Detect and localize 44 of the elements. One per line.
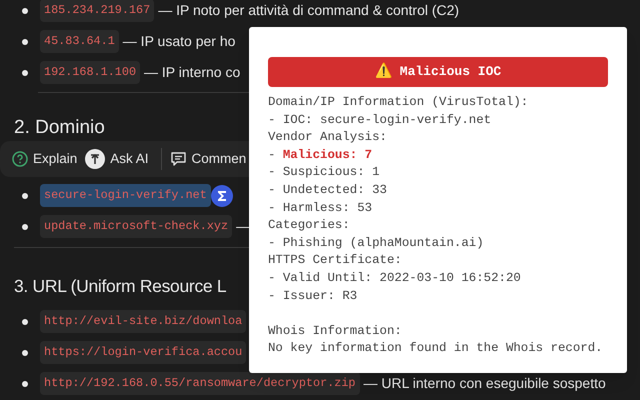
code-snippet: http://192.168.0.55/ransomware/decryptor.zip <box>40 372 360 396</box>
bullet-icon <box>22 224 28 230</box>
info-line: - Phishing (alphaMountain.ai) <box>268 234 485 252</box>
code-snippet: 192.168.1.100 <box>40 60 140 84</box>
warning-icon: ⚠ <box>374 62 392 82</box>
bullet-icon <box>22 38 28 44</box>
info-line: HTTPS Certificate: <box>268 252 403 270</box>
info-line: Vendor Analysis: <box>268 129 388 146</box>
bullet-icon <box>22 318 28 324</box>
item-description: — IP noto per attività di command & control (C2) <box>158 1 460 20</box>
item-description: — IP interno co <box>144 63 240 82</box>
code-snippet: secure-login-verify.net <box>40 184 211 208</box>
info-line: - Harmless: 53 <box>268 200 374 217</box>
code-snippet: 45.83.64.1 <box>40 30 119 54</box>
info-line: - Issuer: R3 <box>268 288 358 305</box>
info-line: No key information found in the Whois record. <box>268 340 604 358</box>
info-line: Whois Information: <box>268 322 403 340</box>
section-heading: 2. Dominio <box>14 116 105 140</box>
bullet-icon <box>22 380 28 386</box>
help-icon <box>12 151 28 167</box>
bullet-icon <box>22 70 28 76</box>
info-line: Domain/IP Information (VirusTotal): <box>268 94 530 111</box>
section-heading: 3. URL (Uniform Resource L <box>14 275 226 298</box>
bullet-icon <box>22 8 28 14</box>
code-snippet: https://login-verifica.accou <box>40 340 246 364</box>
toolbar-button[interactable]: Commen <box>168 145 248 173</box>
bullet-icon <box>22 192 28 198</box>
code-snippet: http://evil-site.biz/downloa <box>40 310 246 334</box>
item-description: — IP usato per ho <box>122 32 236 51</box>
info-line: - IOC: secure-login-verify.net <box>268 112 492 129</box>
bullet-icon <box>22 350 28 356</box>
banner-title: Malicious IOC <box>400 63 502 82</box>
item-description: — URL interno con eseguibile sospetto <box>364 374 606 393</box>
code-snippet: update.microsoft-check.xyz <box>40 214 232 238</box>
sigma-badge-icon[interactable] <box>210 184 233 206</box>
toolbar-button[interactable]: Ask AI <box>83 145 151 173</box>
info-line: Categories: <box>268 217 351 234</box>
malicious-count: - Malicious: 7 <box>268 146 374 164</box>
info-line: - Suspicious: 1 <box>268 164 381 182</box>
info-line: - Undetected: 33 <box>268 182 388 199</box>
toolbar-button[interactable]: Explain <box>10 145 80 173</box>
info-line: - Valid Until: 2022-03-10 16:52:20 <box>268 270 522 287</box>
comment-icon <box>170 151 187 167</box>
code-snippet: 185.234.219.167 <box>40 0 154 22</box>
